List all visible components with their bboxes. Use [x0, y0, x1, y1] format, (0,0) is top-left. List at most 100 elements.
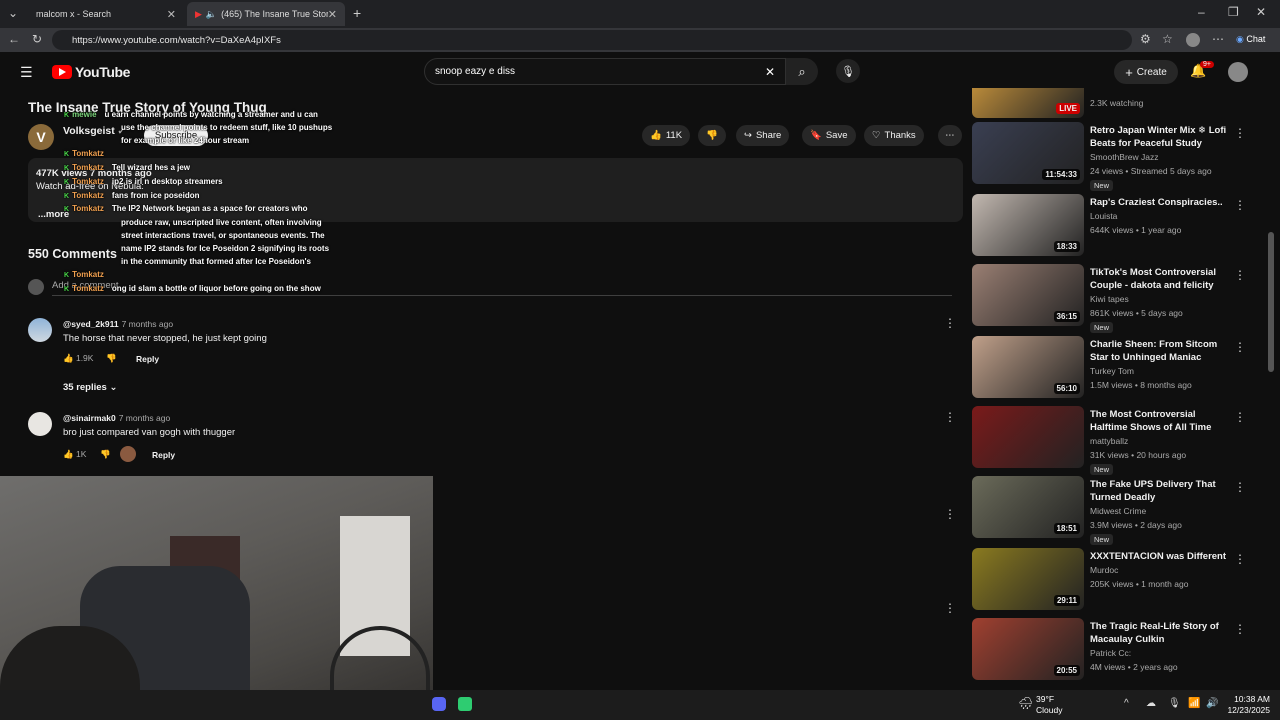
video-menu-icon[interactable]: ⋮ [1234, 552, 1246, 566]
comment-menu-icon[interactable]: ⋮ [944, 601, 956, 615]
video-thumbnail[interactable]: 20:55 [972, 618, 1084, 680]
view-replies-button[interactable]: 35 replies ⌄ [63, 382, 117, 393]
volume-icon[interactable]: 🔊 [1206, 698, 1218, 709]
video-menu-icon[interactable]: ⋮ [1234, 126, 1246, 140]
weather-widget[interactable]: 39°F Cloudy [1036, 694, 1062, 716]
video-menu-icon[interactable]: ⋮ [1234, 622, 1246, 636]
video-menu-icon[interactable]: ⋮ [1234, 268, 1246, 282]
video-thumbnail[interactable] [972, 406, 1084, 468]
profile-avatar[interactable] [1186, 33, 1200, 47]
maximize-icon[interactable]: ❐ [1228, 5, 1239, 19]
chevron-up-icon[interactable]: ^ [1124, 698, 1129, 709]
youtube-logo[interactable]: YouTube [52, 64, 130, 80]
minimize-icon[interactable]: – [1198, 5, 1205, 19]
comment-author[interactable]: @syed_2k911 7 months ago [63, 319, 173, 329]
comment-menu-icon[interactable]: ⋮ [944, 410, 956, 424]
video-thumbnail[interactable]: LIVE [972, 88, 1084, 118]
clear-search-icon[interactable]: ✕ [765, 65, 775, 79]
video-title[interactable]: Rap's Craziest Conspiracies.. [1090, 196, 1230, 209]
back-icon[interactable]: ← [8, 32, 20, 46]
dislike-button[interactable]: 👎 [698, 125, 726, 146]
video-thumbnail[interactable]: 29:11 [972, 548, 1084, 610]
close-icon[interactable]: ✕ [167, 8, 176, 21]
video-thumbnail[interactable]: 11:54:33 [972, 122, 1084, 184]
comment-like-button[interactable]: 👍 1.9K [63, 353, 93, 364]
comment-avatar[interactable] [28, 318, 52, 342]
recommended-video[interactable]: 20:55 The Tragic Real-Life Story of Macau… [972, 618, 1272, 682]
comment-dislike-button[interactable]: 👎 [106, 353, 117, 364]
search-input[interactable]: snoop eazy e diss ✕ [424, 58, 786, 85]
video-title[interactable]: Retro Japan Winter Mix ❄ Lofi Beats for … [1090, 124, 1230, 150]
comment-author[interactable]: @sinairmak0 7 months ago [63, 413, 170, 423]
channel-name[interactable]: Patrick Cc: [1090, 648, 1131, 658]
recommended-video[interactable]: The Most Controversial Halftime Shows of… [972, 406, 1272, 475]
menu-icon[interactable]: ⋯ [1212, 32, 1224, 46]
video-title[interactable]: Charlie Sheen: From Sitcom Star to Unhin… [1090, 338, 1230, 364]
create-button[interactable]: + Create [1114, 60, 1178, 84]
channel-name[interactable]: Volksgeist ✔ [63, 125, 125, 137]
comment-dislike-button[interactable]: 👎 [100, 449, 111, 460]
comment-like-button[interactable]: 👍 1K [63, 449, 86, 460]
video-menu-icon[interactable]: ⋮ [1234, 198, 1246, 212]
channel-name[interactable]: Kiwi tapes [1090, 294, 1129, 304]
channel-name[interactable]: Murdoc [1090, 565, 1118, 575]
video-menu-icon[interactable]: ⋮ [1234, 480, 1246, 494]
comment-menu-icon[interactable]: ⋮ [944, 316, 956, 330]
new-tab-icon[interactable]: + [353, 5, 361, 21]
speaker-icon[interactable]: 🔈 [206, 9, 217, 20]
url-field[interactable]: https://www.youtube.com/watch?v=DaXeA4pI… [52, 30, 1132, 50]
channel-name[interactable]: Turkey Tom [1090, 366, 1134, 376]
video-thumbnail[interactable]: 18:33 [972, 194, 1084, 256]
channel-avatar[interactable]: V [28, 124, 54, 150]
hamburger-menu-icon[interactable]: ☰ [20, 64, 33, 81]
reply-button[interactable]: Reply [136, 354, 159, 364]
thanks-button[interactable]: ♡ Thanks [864, 125, 924, 146]
comment-avatar[interactable] [28, 412, 52, 436]
favorites-icon[interactable]: ☆ [1162, 32, 1173, 46]
like-button[interactable]: 👍 11K [642, 125, 691, 146]
recommended-video[interactable]: 18:51 The Fake UPS Delivery That Turned D… [972, 476, 1272, 545]
recommended-video[interactable]: 36:15 TikTok's Most Controversial Couple … [972, 264, 1272, 333]
discord-icon[interactable] [432, 697, 446, 711]
mic-tray-icon[interactable]: 🎙 [1168, 698, 1181, 709]
clock[interactable]: 10:38 AM 12/23/2025 [1224, 694, 1270, 716]
video-title[interactable]: The Fake UPS Delivery That Turned Deadly [1090, 478, 1230, 504]
app-icon[interactable] [458, 697, 472, 711]
copilot-chat-button[interactable]: ◉ Chat [1236, 34, 1265, 45]
account-avatar[interactable] [1228, 62, 1248, 82]
recommended-video[interactable]: 29:11 XXXTENTACION was Different Murdoc 205… [972, 548, 1272, 612]
scrollbar[interactable] [1268, 232, 1274, 372]
video-thumbnail[interactable]: 18:51 [972, 476, 1084, 538]
recommended-video[interactable]: LIVE 2.3K watching [972, 88, 1272, 120]
wifi-icon[interactable]: 📶 [1188, 698, 1200, 709]
tab-search[interactable]: malcom x - Search ✕ [28, 2, 184, 26]
channel-name[interactable]: mattyballz [1090, 436, 1128, 446]
recommended-video[interactable]: 18:33 Rap's Craziest Conspiracies.. Louist… [972, 194, 1272, 258]
tray-app-icon[interactable]: ☁ [1146, 698, 1156, 709]
comment-menu-icon[interactable]: ⋮ [944, 507, 956, 521]
reply-button[interactable]: Reply [152, 450, 175, 460]
reload-icon[interactable]: ↻ [32, 32, 42, 46]
video-title[interactable]: TikTok's Most Controversial Couple - dak… [1090, 266, 1230, 292]
search-button[interactable]: ⌕ [786, 58, 818, 85]
more-actions-button[interactable]: ⋯ [938, 125, 962, 146]
video-title[interactable]: XXXTENTACION was Different [1090, 550, 1230, 563]
extensions-icon[interactable]: ⚙ [1140, 32, 1151, 46]
close-window-icon[interactable]: ✕ [1256, 5, 1266, 19]
channel-name[interactable]: Louista [1090, 211, 1117, 221]
close-icon[interactable]: ✕ [328, 8, 337, 21]
channel-name[interactable]: SmoothBrew Jazz [1090, 152, 1159, 162]
save-button[interactable]: 🔖 Save [802, 125, 856, 146]
voice-search-button[interactable]: 🎙 [836, 59, 860, 83]
share-button[interactable]: ↪ Share [736, 125, 790, 146]
tab-list-icon[interactable]: ⌄ [8, 6, 18, 20]
channel-name[interactable]: Midwest Crime [1090, 506, 1146, 516]
recommended-video[interactable]: 56:10 Charlie Sheen: From Sitcom Star to … [972, 336, 1272, 400]
video-menu-icon[interactable]: ⋮ [1234, 340, 1246, 354]
video-thumbnail[interactable]: 36:15 [972, 264, 1084, 326]
video-title[interactable]: The Tragic Real-Life Story of Macaulay C… [1090, 620, 1230, 646]
video-thumbnail[interactable]: 56:10 [972, 336, 1084, 398]
tab-youtube[interactable]: ▶ 🔈 (465) The Insane True Story of ✕ [187, 2, 345, 26]
video-menu-icon[interactable]: ⋮ [1234, 410, 1246, 424]
video-title[interactable]: The Most Controversial Halftime Shows of… [1090, 408, 1230, 434]
